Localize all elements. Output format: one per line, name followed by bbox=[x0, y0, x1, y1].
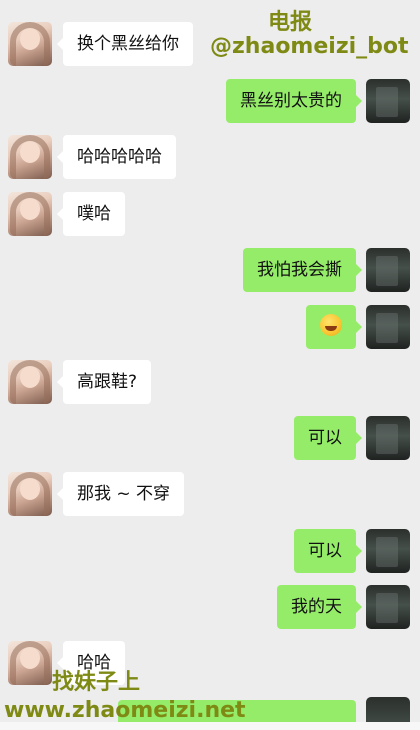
message-row: 噗哈 bbox=[0, 192, 420, 236]
contact-avatar[interactable] bbox=[8, 360, 52, 404]
message-row: 可以 bbox=[0, 416, 420, 460]
contact-avatar[interactable] bbox=[8, 192, 52, 236]
sent-message-bubble[interactable]: 可以 bbox=[294, 416, 362, 460]
received-message-bubble[interactable]: 换个黑丝给你 bbox=[57, 22, 193, 66]
received-message-bubble[interactable]: 高跟鞋? bbox=[56, 360, 152, 404]
watermark-telegram-handle: @zhaomeizi_bot bbox=[210, 34, 409, 59]
chat-message-list[interactable]: 换个黑丝给你 黑丝别太贵的 哈哈哈哈哈 噗哈 我怕我会撕 高跟鞋? 可以 那我 … bbox=[0, 0, 420, 730]
my-avatar[interactable] bbox=[366, 585, 410, 629]
sent-message-bubble[interactable]: 可以 bbox=[294, 529, 362, 573]
contact-avatar[interactable] bbox=[8, 135, 52, 179]
watermark-telegram-label: 电报 bbox=[268, 10, 313, 35]
sent-message-bubble[interactable]: 我怕我会撕 bbox=[243, 248, 362, 292]
my-avatar[interactable] bbox=[366, 79, 410, 123]
watermark-site-url: www.zhaomeizi.net bbox=[4, 698, 246, 723]
message-row: 黑丝别太贵的 bbox=[0, 79, 420, 123]
my-avatar[interactable] bbox=[366, 529, 410, 573]
my-avatar[interactable] bbox=[366, 416, 410, 460]
contact-avatar[interactable] bbox=[8, 641, 52, 685]
input-toolbar[interactable] bbox=[0, 722, 420, 730]
received-message-bubble[interactable]: 那我 ~ 不穿 bbox=[56, 472, 185, 516]
contact-avatar[interactable] bbox=[8, 472, 52, 516]
sent-message-bubble[interactable]: 我的天 bbox=[277, 585, 362, 629]
watermark-site-title: 找妹子上 bbox=[52, 670, 141, 695]
message-row: 我怕我会撕 bbox=[0, 248, 420, 292]
received-message-bubble[interactable]: 哈哈哈哈哈 bbox=[57, 135, 176, 179]
sent-message-bubble[interactable] bbox=[306, 305, 362, 349]
my-avatar[interactable] bbox=[366, 305, 410, 349]
laughing-crying-emoji-icon bbox=[320, 314, 342, 336]
message-row: 那我 ~ 不穿 bbox=[0, 472, 420, 516]
message-row: 可以 bbox=[0, 529, 420, 573]
my-avatar[interactable] bbox=[366, 248, 410, 292]
message-row: 高跟鞋? bbox=[0, 360, 420, 404]
message-row: 哈哈哈哈哈 bbox=[0, 135, 420, 179]
message-row: 我的天 bbox=[0, 585, 420, 629]
message-row bbox=[0, 305, 420, 349]
received-message-bubble[interactable]: 噗哈 bbox=[57, 192, 125, 236]
sent-message-bubble[interactable]: 黑丝别太贵的 bbox=[226, 79, 362, 123]
contact-avatar[interactable] bbox=[8, 22, 52, 66]
